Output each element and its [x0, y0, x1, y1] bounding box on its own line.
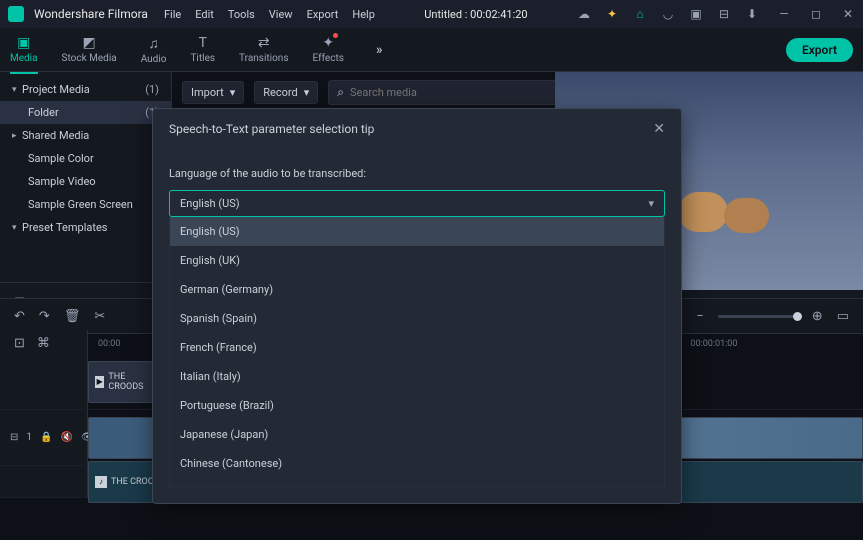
close-icon[interactable]: ✕: [841, 7, 855, 21]
tab-transitions[interactable]: ⇄Transitions: [239, 35, 288, 64]
titlebar: Wondershare Filmora File Edit Tools View…: [0, 0, 863, 28]
lang-option[interactable]: German (Germany): [170, 275, 664, 304]
track-collapse-icon[interactable]: ⊟: [10, 432, 18, 443]
tree-sample-video[interactable]: Sample Video: [0, 170, 171, 193]
tab-stock-media[interactable]: ◩Stock Media: [62, 35, 117, 64]
tree-folder[interactable]: Folder(1): [0, 101, 171, 124]
menu-file[interactable]: File: [164, 8, 181, 21]
marker-icon[interactable]: ⊡: [14, 336, 25, 351]
menu-help[interactable]: Help: [352, 8, 375, 21]
app-name: Wondershare Filmora: [34, 7, 148, 21]
zoom-out-icon[interactable]: −: [696, 309, 703, 324]
close-icon[interactable]: ✕: [653, 121, 665, 137]
window-controls: — ◻ ✕: [777, 7, 855, 21]
tab-titles[interactable]: TTitles: [190, 35, 215, 64]
chevron-down-icon: ▾: [648, 197, 654, 210]
archive-icon[interactable]: ⊟: [717, 7, 731, 21]
tab-effects[interactable]: ✦Effects: [313, 35, 344, 64]
import-dropdown[interactable]: Import▾: [182, 81, 244, 104]
ruler-tick: 00:00:01:00: [690, 339, 737, 349]
chevron-down-icon: ▾: [304, 86, 310, 99]
menu-export[interactable]: Export: [307, 8, 339, 21]
maximize-icon[interactable]: ◻: [809, 7, 823, 21]
language-label: Language of the audio to be transcribed:: [169, 167, 665, 180]
stock-icon: ◩: [83, 35, 96, 51]
delete-icon[interactable]: 🗑: [64, 309, 81, 324]
user-icon[interactable]: ◡: [661, 7, 675, 21]
chevron-down-icon: ▾: [12, 85, 22, 95]
lock-icon[interactable]: 🔒: [40, 432, 52, 443]
ruler-tick: 00:00: [98, 339, 120, 349]
lang-option[interactable]: Japanese (Japan): [170, 420, 664, 449]
timeline-side-tools: ⊡ ⌘: [0, 330, 88, 356]
menu-bar: File Edit Tools View Export Help: [164, 8, 375, 21]
menu-tools[interactable]: Tools: [228, 8, 255, 21]
redo-icon[interactable]: ↷: [39, 309, 50, 324]
cut-icon[interactable]: ✂: [94, 309, 105, 324]
mute-icon[interactable]: 🔇: [60, 432, 72, 443]
minimize-icon[interactable]: —: [777, 7, 791, 21]
menu-edit[interactable]: Edit: [195, 8, 214, 21]
fit-icon[interactable]: ▭: [837, 309, 849, 324]
video-clip[interactable]: ▶THE CROODS: [88, 361, 158, 403]
play-icon: ▶: [95, 376, 104, 388]
lang-option[interactable]: Portuguese (Brazil): [170, 391, 664, 420]
menu-view[interactable]: View: [269, 8, 293, 21]
track-head[interactable]: [0, 354, 88, 409]
transitions-icon: ⇄: [258, 35, 270, 51]
project-title: Untitled : 00:02:41:20: [379, 8, 573, 21]
tree-shared-media[interactable]: ▸Shared Media: [0, 124, 171, 147]
speech-to-text-modal: Speech-to-Text parameter selection tip ✕…: [152, 108, 682, 504]
lang-option[interactable]: French (France): [170, 333, 664, 362]
modal-title: Speech-to-Text parameter selection tip: [169, 122, 374, 136]
module-tabs: ▣Media ◩Stock Media ♫Audio TTitles ⇄Tran…: [0, 28, 863, 72]
tree-sample-green[interactable]: Sample Green Screen: [0, 193, 171, 216]
effects-icon: ✦: [322, 35, 334, 51]
lightbulb-icon[interactable]: ✦: [605, 7, 619, 21]
tabs-more-icon[interactable]: »: [376, 42, 383, 58]
lang-option[interactable]: Chinese (Mandarin, TW): [170, 478, 664, 487]
tab-media[interactable]: ▣Media: [10, 35, 38, 64]
save-icon[interactable]: ▣: [689, 7, 703, 21]
language-dropdown-list: English (US) English (UK) German (German…: [169, 217, 665, 487]
track-head[interactable]: [0, 466, 88, 497]
tab-audio[interactable]: ♫Audio: [141, 35, 167, 65]
selected-language: English (US): [180, 197, 240, 210]
zoom-in-icon[interactable]: ⊕: [812, 309, 823, 324]
cloud-icon[interactable]: ☁: [577, 7, 591, 21]
link-icon[interactable]: ⌘: [37, 336, 50, 351]
lang-option[interactable]: Italian (Italy): [170, 362, 664, 391]
lang-option[interactable]: Spanish (Spain): [170, 304, 664, 333]
modal-header: Speech-to-Text parameter selection tip ✕: [153, 109, 681, 149]
language-select[interactable]: English (US) ▾: [169, 190, 665, 217]
headphones-icon[interactable]: ⌂: [633, 7, 647, 21]
chevron-down-icon: ▾: [230, 86, 236, 99]
titlebar-actions: ☁ ✦ ⌂ ◡ ▣ ⊟ ⬇: [577, 7, 759, 21]
tree-preset-templates[interactable]: ▾Preset Templates: [0, 216, 171, 239]
lang-option[interactable]: Chinese (Cantonese): [170, 449, 664, 478]
new-dot-icon: [333, 33, 338, 38]
lang-option[interactable]: English (US): [170, 217, 664, 246]
chevron-down-icon: ▾: [12, 223, 22, 233]
search-icon: ⌕: [337, 85, 344, 100]
tree-sample-color[interactable]: Sample Color: [0, 147, 171, 170]
track-head[interactable]: ⊟ 1 🔒 🔇 👁: [0, 410, 88, 465]
app-logo: [8, 6, 24, 22]
media-icon: ▣: [17, 35, 30, 51]
titles-icon: T: [199, 35, 207, 51]
lang-option[interactable]: English (UK): [170, 246, 664, 275]
music-icon: ♪: [95, 476, 107, 488]
modal-body: Language of the audio to be transcribed:…: [153, 167, 681, 503]
audio-icon: ♫: [148, 35, 159, 52]
undo-icon[interactable]: ↶: [14, 309, 25, 324]
download-icon[interactable]: ⬇: [745, 7, 759, 21]
zoom-slider[interactable]: [718, 315, 798, 318]
chevron-right-icon: ▸: [12, 131, 22, 141]
export-button[interactable]: Export: [786, 38, 853, 62]
record-dropdown[interactable]: Record▾: [254, 81, 318, 104]
tree-project-media[interactable]: ▾Project Media(1): [0, 78, 171, 101]
